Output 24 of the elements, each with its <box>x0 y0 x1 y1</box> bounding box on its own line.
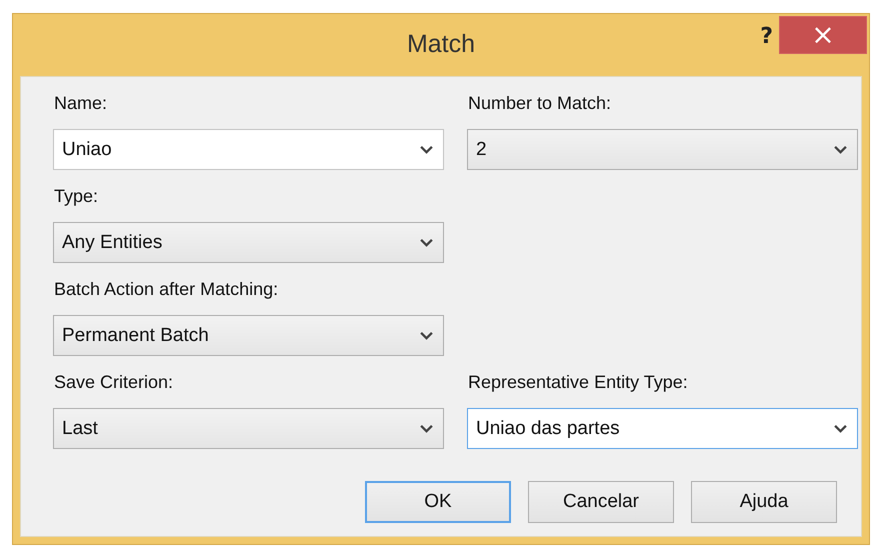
chevron-down-icon <box>420 331 433 340</box>
dialog-button[interactable]: Ajuda <box>691 481 837 523</box>
field-label: Number to Match: <box>468 92 612 115</box>
field-label: Save Criterion: <box>54 371 174 394</box>
dialog-button[interactable]: Cancelar <box>528 481 674 523</box>
dropdown-field[interactable]: Last <box>53 408 444 449</box>
close-button[interactable]: × <box>779 16 867 54</box>
field-label: Representative Entity Type: <box>468 371 689 394</box>
dropdown-field[interactable]: Permanent Batch <box>53 315 444 356</box>
chevron-down-icon <box>420 145 433 154</box>
field-label: Batch Action after Matching: <box>54 278 280 301</box>
dropdown-field[interactable]: Any Entities <box>53 222 444 263</box>
dropdown-field[interactable]: Uniao <box>53 129 444 170</box>
chevron-down-icon <box>420 238 433 247</box>
field-label: Type: <box>54 185 100 208</box>
chevron-down-icon <box>420 424 433 433</box>
chevron-down-icon <box>834 145 847 154</box>
dialog-button[interactable]: OK <box>365 481 511 523</box>
dropdown-field[interactable]: Uniao das partes <box>467 408 858 449</box>
field-label: Name: <box>54 92 108 115</box>
chevron-down-icon <box>834 424 847 433</box>
dropdown-field[interactable]: 2 <box>467 129 858 170</box>
window-title: Match <box>406 30 476 59</box>
help-button[interactable]: ? <box>760 24 773 49</box>
